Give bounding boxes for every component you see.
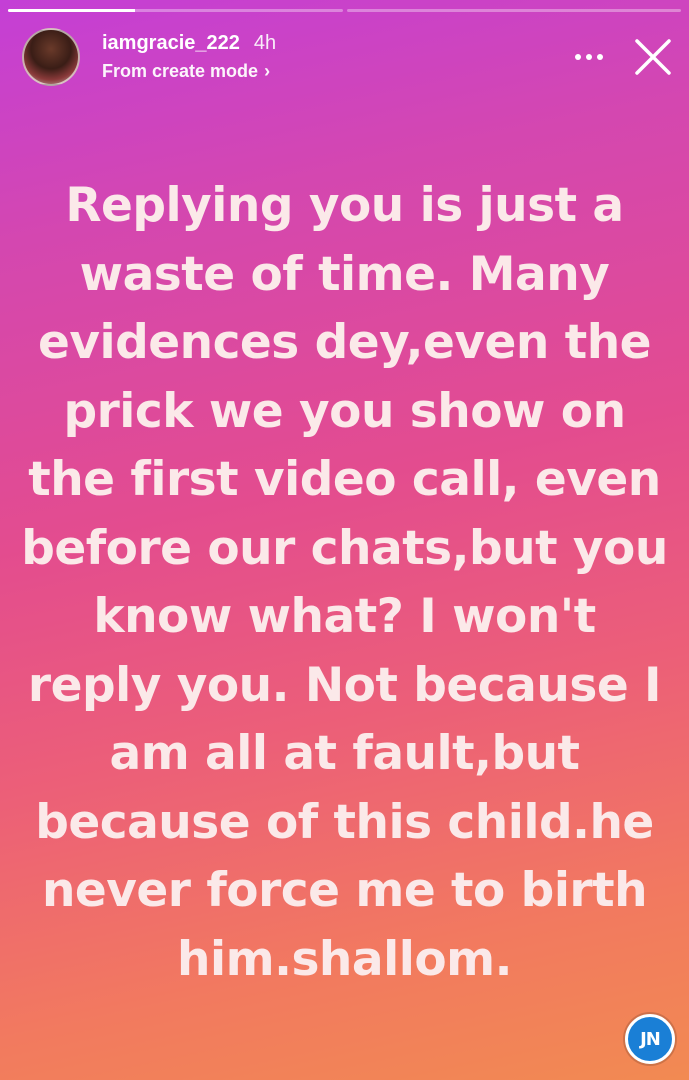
create-mode-label: From create mode (102, 61, 259, 81)
progress-segment-2 (346, 9, 681, 12)
progress-segment-1 (8, 9, 343, 12)
username[interactable]: iamgracie_222 (102, 32, 240, 55)
progress-fill-1 (8, 9, 136, 12)
user-line: iamgracie_222 4h (102, 32, 276, 55)
chevron-right-icon: › (264, 61, 271, 81)
time-ago: 4h (253, 32, 277, 54)
jn-logo-text: JN (640, 1028, 661, 1050)
story-header: iamgracie_222 4h From create mode › (22, 27, 673, 87)
story-progress (8, 9, 681, 12)
create-mode-link[interactable]: From create mode › (102, 61, 276, 82)
header-actions (571, 37, 673, 77)
avatar[interactable] (22, 28, 80, 86)
more-horizontal-icon[interactable] (571, 48, 607, 66)
story-meta: iamgracie_222 4h From create mode › (102, 32, 276, 82)
jn-logo: JN (625, 1014, 675, 1064)
close-icon[interactable] (633, 37, 673, 77)
story-text: Replying you is just a waste of time. Ma… (21, 178, 668, 987)
